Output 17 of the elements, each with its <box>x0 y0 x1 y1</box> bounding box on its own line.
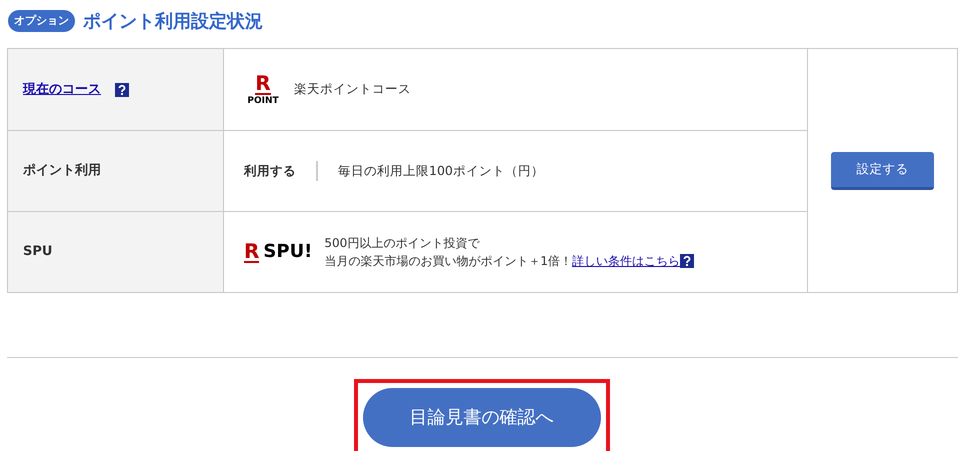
option-badge: オプション <box>8 10 75 32</box>
point-logo: R POINT <box>246 73 280 106</box>
conditions-link[interactable]: 詳しい条件はこちら <box>572 252 680 270</box>
section-title: ポイント利用設定状況 <box>83 10 263 34</box>
confirm-button[interactable]: 目論見書の確認へ <box>362 388 600 447</box>
usage-status: 利用する <box>244 162 296 180</box>
settings-button[interactable]: 設定する <box>831 152 934 190</box>
course-name: 楽天ポイントコース <box>294 80 411 98</box>
spu-logo: R SPU! <box>244 241 312 263</box>
course-link[interactable]: 現在のコース <box>23 80 101 100</box>
row-label: SPU <box>23 243 52 262</box>
help-icon[interactable] <box>680 254 694 268</box>
spu-text: 当月の楽天市場のお買い物がポイント＋1倍！ <box>324 253 572 270</box>
help-icon[interactable] <box>115 82 129 96</box>
usage-limit: 毎日の利用上限100ポイント（円） <box>338 162 544 180</box>
spu-text: 500円以上のポイント投資で <box>324 235 481 252</box>
row-label: ポイント利用 <box>23 162 101 180</box>
